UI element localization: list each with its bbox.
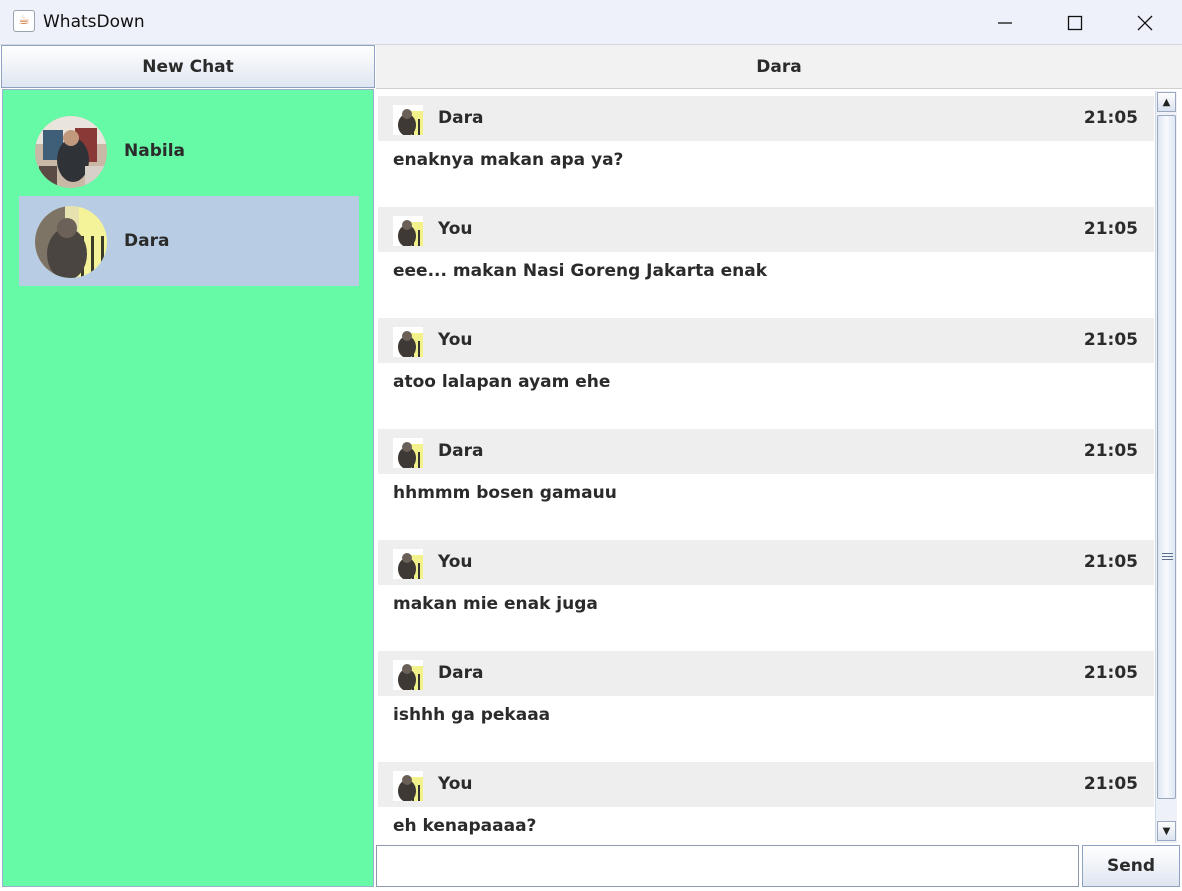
maximize-button[interactable] bbox=[1052, 0, 1098, 45]
message-text: ishhh ga pekaaa bbox=[393, 705, 551, 725]
message-text: enaknya makan apa ya? bbox=[393, 150, 624, 170]
avatar bbox=[393, 549, 423, 580]
avatar bbox=[393, 105, 423, 136]
message-item: Dara 21:05 enaknya makan apa ya? bbox=[378, 91, 1154, 202]
scroll-up-button[interactable]: ▲ bbox=[1157, 92, 1176, 112]
message-header: Dara 21:05 bbox=[378, 651, 1154, 696]
message-header: You 21:05 bbox=[378, 762, 1154, 807]
contact-list: Nabila Dara bbox=[2, 89, 374, 887]
contact-name: Nabila bbox=[124, 141, 185, 161]
contact-item-dara[interactable]: Dara bbox=[19, 196, 359, 286]
new-chat-button[interactable]: New Chat bbox=[1, 45, 375, 88]
message-text: eh kenapaaaa? bbox=[393, 816, 537, 836]
message-header: Dara 21:05 bbox=[378, 429, 1154, 474]
message-time: 21:05 bbox=[1083, 663, 1138, 683]
close-icon bbox=[1137, 15, 1153, 30]
avatar bbox=[393, 660, 423, 691]
message-time: 21:05 bbox=[1083, 552, 1138, 572]
minimize-button[interactable] bbox=[982, 0, 1028, 45]
scrollbar-thumb[interactable] bbox=[1157, 115, 1176, 799]
message-item: Dara 21:05 ishhh ga pekaaa bbox=[378, 646, 1154, 757]
message-sender: Dara bbox=[438, 441, 484, 461]
message-item: You 21:05 eee... makan Nasi Goreng Jakarta… bbox=[378, 202, 1154, 313]
message-sender: Dara bbox=[438, 663, 484, 683]
send-button[interactable]: Send bbox=[1082, 845, 1180, 887]
message-header: You 21:05 bbox=[378, 540, 1154, 585]
avatar bbox=[393, 216, 423, 247]
message-text: eee... makan Nasi Goreng Jakarta enak bbox=[393, 261, 768, 281]
message-item: You 21:05 makan mie enak juga bbox=[378, 535, 1154, 646]
maximize-icon bbox=[1067, 15, 1083, 30]
message-time: 21:05 bbox=[1083, 219, 1138, 239]
avatar bbox=[393, 771, 423, 802]
message-time: 21:05 bbox=[1083, 330, 1138, 350]
message-text: atoo lalapan ayam ehe bbox=[393, 372, 611, 392]
message-input[interactable] bbox=[376, 845, 1079, 887]
message-sender: You bbox=[438, 552, 473, 572]
message-header: Dara 21:05 bbox=[378, 96, 1154, 141]
message-sender: You bbox=[438, 774, 473, 794]
message-text: makan mie enak juga bbox=[393, 594, 598, 614]
message-item: You 21:05 atoo lalapan ayam ehe bbox=[378, 313, 1154, 424]
vertical-scrollbar[interactable]: ▲ ▼ bbox=[1155, 91, 1177, 843]
message-time: 21:05 bbox=[1083, 108, 1138, 128]
contact-item-nabila[interactable]: Nabila bbox=[19, 106, 359, 196]
message-header: You 21:05 bbox=[378, 318, 1154, 363]
message-time: 21:05 bbox=[1083, 774, 1138, 794]
contact-name: Dara bbox=[124, 231, 170, 251]
message-time: 21:05 bbox=[1083, 441, 1138, 461]
message-sender: You bbox=[438, 219, 473, 239]
message-list: Dara 21:05 enaknya makan apa ya? You 21:05 ee… bbox=[378, 91, 1154, 843]
close-button[interactable] bbox=[1122, 0, 1168, 45]
avatar bbox=[35, 116, 107, 188]
message-sender: You bbox=[438, 330, 473, 350]
message-item: Dara 21:05 hhmmm bosen gamauu bbox=[378, 424, 1154, 535]
message-header: You 21:05 bbox=[378, 207, 1154, 252]
message-text: hhmmm bosen gamauu bbox=[393, 483, 617, 503]
avatar bbox=[35, 206, 107, 278]
message-sender: Dara bbox=[438, 108, 484, 128]
message-item: You 21:05 eh kenapaaaa? bbox=[378, 757, 1154, 843]
window-title: WhatsDown bbox=[43, 12, 145, 32]
avatar bbox=[393, 327, 423, 358]
chat-title: Dara bbox=[376, 45, 1182, 89]
scroll-down-button[interactable]: ▼ bbox=[1157, 821, 1176, 841]
minimize-icon bbox=[998, 21, 1012, 24]
java-cup-icon: ☕ bbox=[13, 10, 35, 32]
avatar bbox=[393, 438, 423, 469]
grip-icon bbox=[1162, 553, 1173, 561]
